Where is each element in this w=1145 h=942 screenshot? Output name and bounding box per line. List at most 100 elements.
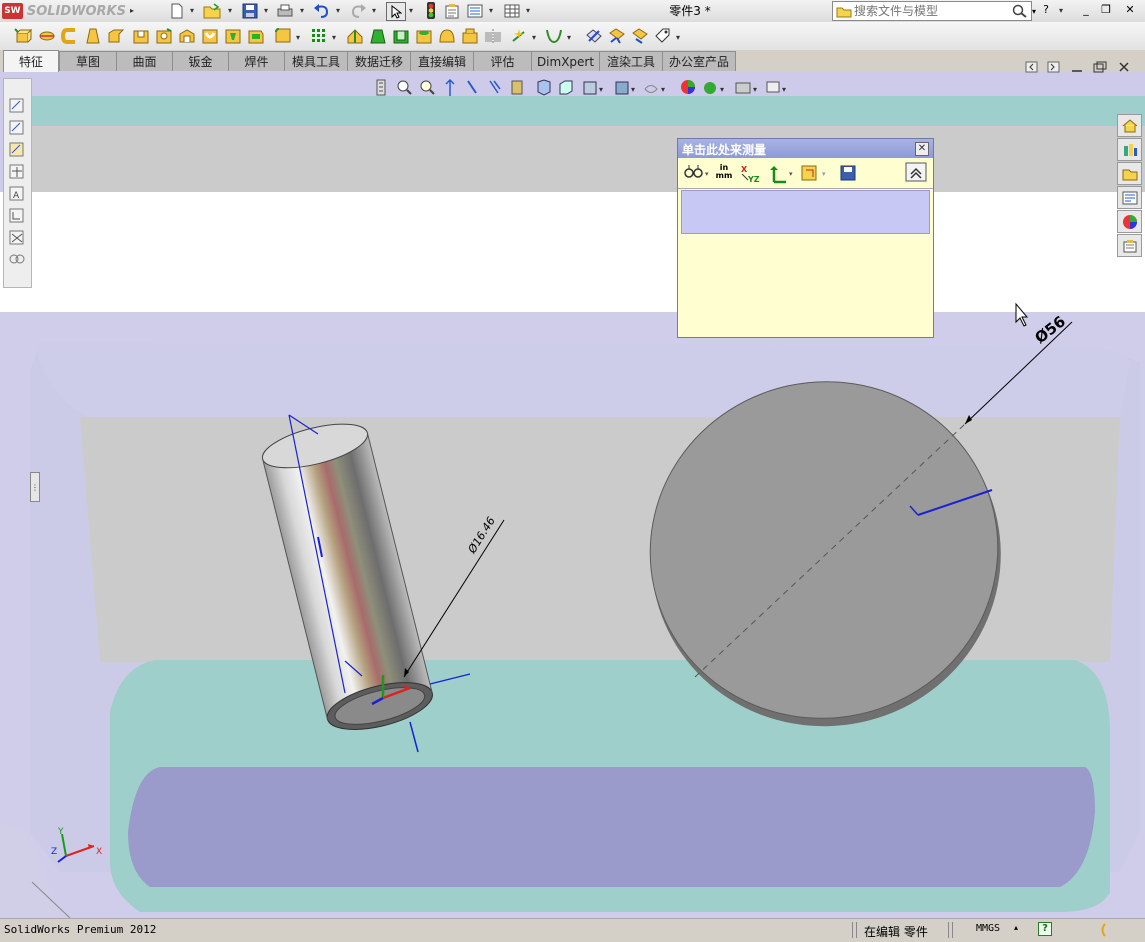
tab-sheet-metal[interactable]: 钣金: [172, 51, 229, 71]
options-dropdown-icon[interactable]: ▾: [487, 2, 495, 19]
zoom-to-area-icon[interactable]: [397, 80, 412, 95]
redo-dropdown-icon[interactable]: ▾: [370, 2, 378, 19]
curves-icon[interactable]: [545, 27, 563, 45]
dynamic-annotation-icon[interactable]: [467, 80, 477, 94]
wrap-icon[interactable]: [415, 27, 433, 45]
apply-scene-icon[interactable]: ▾: [583, 81, 603, 95]
zoom-to-fit-icon[interactable]: [376, 79, 386, 96]
edit-appearance-icon[interactable]: [559, 80, 573, 95]
explorer-icon[interactable]: [1117, 186, 1142, 209]
dimension-icon[interactable]: [9, 98, 24, 113]
draft-icon[interactable]: [369, 27, 387, 45]
next-window-icon[interactable]: [1047, 61, 1060, 73]
tab-weldments[interactable]: 焊件: [228, 51, 285, 71]
monitor-icon[interactable]: ▾: [766, 81, 786, 94]
tab-direct-editing[interactable]: 直接编辑: [410, 51, 474, 71]
undo-icon[interactable]: [313, 2, 331, 19]
redo-icon[interactable]: [349, 2, 367, 19]
view-visibility-icon[interactable]: ▾: [644, 85, 665, 94]
menu-expand-arrow-icon[interactable]: ▸: [128, 2, 136, 19]
extruded-cut-icon[interactable]: [132, 27, 150, 45]
resources-icon[interactable]: [1117, 138, 1142, 161]
table-view-icon[interactable]: [503, 2, 521, 19]
table-dropdown-icon[interactable]: ▾: [524, 2, 532, 19]
status-units[interactable]: MMGS: [976, 923, 1000, 934]
measure-dialog-header[interactable]: 单击此处来测量 ✕: [678, 139, 933, 158]
tab-sketch[interactable]: 草图: [59, 51, 117, 71]
swept-cut-icon[interactable]: [201, 27, 219, 45]
reference-geometry-icon[interactable]: [510, 27, 528, 45]
revolved-boss-icon[interactable]: [38, 27, 56, 45]
fillet-icon[interactable]: [274, 27, 292, 45]
file-properties-icon[interactable]: [443, 2, 461, 19]
units-precision-icon[interactable]: in mm: [715, 164, 733, 180]
repair-icon[interactable]: [9, 208, 24, 223]
smart-icon[interactable]: [9, 230, 24, 245]
pattern-dropdown-icon[interactable]: ▾: [330, 29, 338, 46]
library-icon[interactable]: [1117, 162, 1142, 185]
close-button[interactable]: ✕: [1122, 2, 1138, 17]
coordinate-system-icon[interactable]: ▾: [801, 165, 826, 181]
boundary-boss-icon[interactable]: [107, 27, 125, 45]
lofted-cut-icon[interactable]: [224, 27, 242, 45]
realview-icon[interactable]: ▾: [735, 82, 757, 94]
tab-surfaces[interactable]: 曲面: [116, 51, 173, 71]
relations-icon[interactable]: [9, 164, 24, 179]
intersect-icon[interactable]: [461, 27, 479, 45]
display-icon[interactable]: A: [9, 186, 24, 201]
doc-close-icon[interactable]: [1119, 62, 1129, 72]
view-orientation-icon[interactable]: [489, 80, 501, 94]
select-pointer-icon[interactable]: [386, 2, 406, 21]
measure-selection-box[interactable]: [681, 190, 930, 234]
swept-boss-icon[interactable]: [61, 27, 79, 45]
extruded-boss-icon[interactable]: [14, 27, 32, 45]
hide-show-icon[interactable]: [537, 79, 551, 96]
annotation-icon[interactable]: [9, 120, 24, 135]
minimize-button[interactable]: _: [1078, 2, 1094, 17]
graphics-area[interactable]: Ø56 Ø16.46 X Y Z: [0, 72, 1145, 918]
previous-window-icon[interactable]: [1025, 61, 1038, 73]
tag-icon[interactable]: [654, 27, 672, 45]
tab-mold-tools[interactable]: 模具工具: [284, 51, 348, 71]
display-style-icon[interactable]: [511, 80, 523, 95]
instant3d-icon[interactable]: [585, 27, 603, 45]
appearance-icon[interactable]: [1117, 210, 1142, 233]
new-dropdown-icon[interactable]: ▾: [188, 2, 196, 19]
select-dropdown-icon[interactable]: ▾: [407, 2, 415, 19]
collapse-measure-icon[interactable]: [905, 162, 927, 182]
view-settings-icon[interactable]: ▾: [615, 81, 635, 95]
linear-pattern-icon[interactable]: [310, 27, 328, 45]
tab-evaluate[interactable]: 评估: [473, 51, 532, 71]
home-icon[interactable]: [1117, 114, 1142, 137]
revolved-cut-icon[interactable]: [178, 27, 196, 45]
apply-appearance-icon[interactable]: ▾: [704, 82, 724, 94]
custom-properties-icon[interactable]: [1117, 234, 1142, 257]
point-to-point-icon[interactable]: ▾: [770, 166, 793, 184]
dome-icon[interactable]: [438, 27, 456, 45]
xyz-measure-icon[interactable]: XYZ: [741, 165, 760, 184]
panel-expand-handle[interactable]: ⋮: [30, 472, 40, 502]
help-button[interactable]: ?: [1038, 2, 1054, 17]
arc-circle-measure-icon[interactable]: ▾: [684, 165, 709, 178]
tab-office-products[interactable]: 办公室产品: [662, 51, 736, 71]
undo-dropdown-icon[interactable]: ▾: [334, 2, 342, 19]
boundary-cut-icon[interactable]: [247, 27, 265, 45]
previous-view-icon[interactable]: [420, 80, 435, 95]
save-measure-icon[interactable]: [840, 165, 856, 181]
lofted-boss-icon[interactable]: [84, 27, 102, 45]
options-icon[interactable]: [466, 2, 484, 19]
search-dropdown-icon[interactable]: ▾: [1032, 7, 1036, 16]
rib-icon[interactable]: [346, 27, 364, 45]
hole-wizard-icon[interactable]: [155, 27, 173, 45]
mirror-icon[interactable]: [484, 27, 502, 45]
tab-data-migration[interactable]: 数据迁移: [347, 51, 411, 71]
link-icon[interactable]: [9, 254, 25, 264]
open-folder-icon[interactable]: [203, 2, 221, 19]
sketch-icon[interactable]: [9, 142, 24, 157]
print-dropdown-icon[interactable]: ▾: [298, 2, 306, 19]
save-icon[interactable]: [241, 2, 259, 19]
shell-icon[interactable]: [392, 27, 410, 45]
restore-button[interactable]: ❐: [1098, 2, 1114, 17]
tab-render-tools[interactable]: 渲染工具: [599, 51, 663, 71]
search-box[interactable]: ▾: [832, 1, 1036, 21]
